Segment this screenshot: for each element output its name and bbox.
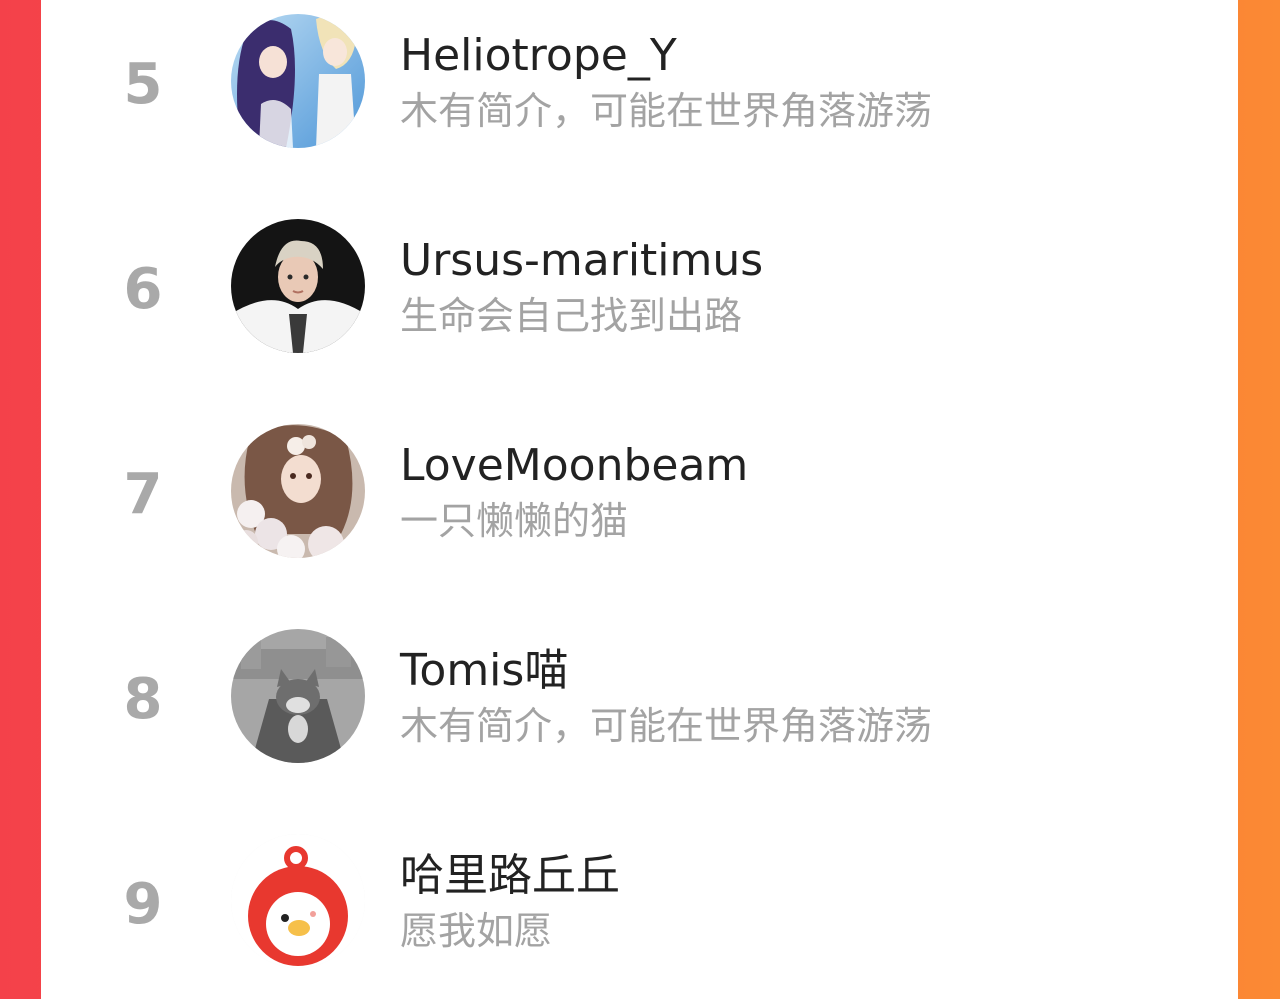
user-bio: 愿我如愿 <box>400 909 553 953</box>
rank-number: 7 <box>123 462 163 527</box>
list-item[interactable]: 6 Ursus-maritimus 生命会自己找到出路 <box>41 205 1238 385</box>
user-bio: 一只懒懒的猫 <box>400 499 629 543</box>
cartoon-cat-avatar[interactable] <box>231 629 365 763</box>
list-item[interactable]: 7 LoveMoonbeam 一只懒懒的猫 <box>41 410 1238 590</box>
red-duck-mascot-avatar[interactable] <box>231 834 365 968</box>
rank-number: 6 <box>123 257 163 322</box>
user-bio: 木有简介，可能在世界角落游荡 <box>400 704 933 748</box>
list-item[interactable]: 8 Tomis喵 木有简介，可能在世界角落游荡 <box>41 615 1238 795</box>
user-name[interactable]: Ursus-maritimus <box>400 233 763 289</box>
list-item[interactable]: 5 Heliotrope_Y 木有简介，可能在世界角落游荡 <box>41 0 1238 180</box>
ranking-list: 5 Heliotrope_Y 木有简介，可能在世界角落游荡 6 Ursus-ma… <box>41 0 1238 999</box>
anime-girl-flowers-avatar[interactable] <box>231 424 365 558</box>
user-bio: 木有简介，可能在世界角落游荡 <box>400 89 933 133</box>
rank-number: 8 <box>123 667 163 732</box>
user-name[interactable]: 哈里路丘丘 <box>400 848 620 904</box>
user-name[interactable]: LoveMoonbeam <box>400 438 748 494</box>
anime-couple-avatar[interactable] <box>231 14 365 148</box>
user-name[interactable]: Heliotrope_Y <box>400 28 677 84</box>
rank-number: 9 <box>123 872 163 937</box>
user-bio: 生命会自己找到出路 <box>400 294 743 338</box>
rank-number: 5 <box>123 52 163 117</box>
man-portrait-avatar[interactable] <box>231 219 365 353</box>
list-item[interactable]: 9 哈里路丘丘 愿我如愿 <box>41 820 1238 1000</box>
user-name[interactable]: Tomis喵 <box>400 643 568 699</box>
